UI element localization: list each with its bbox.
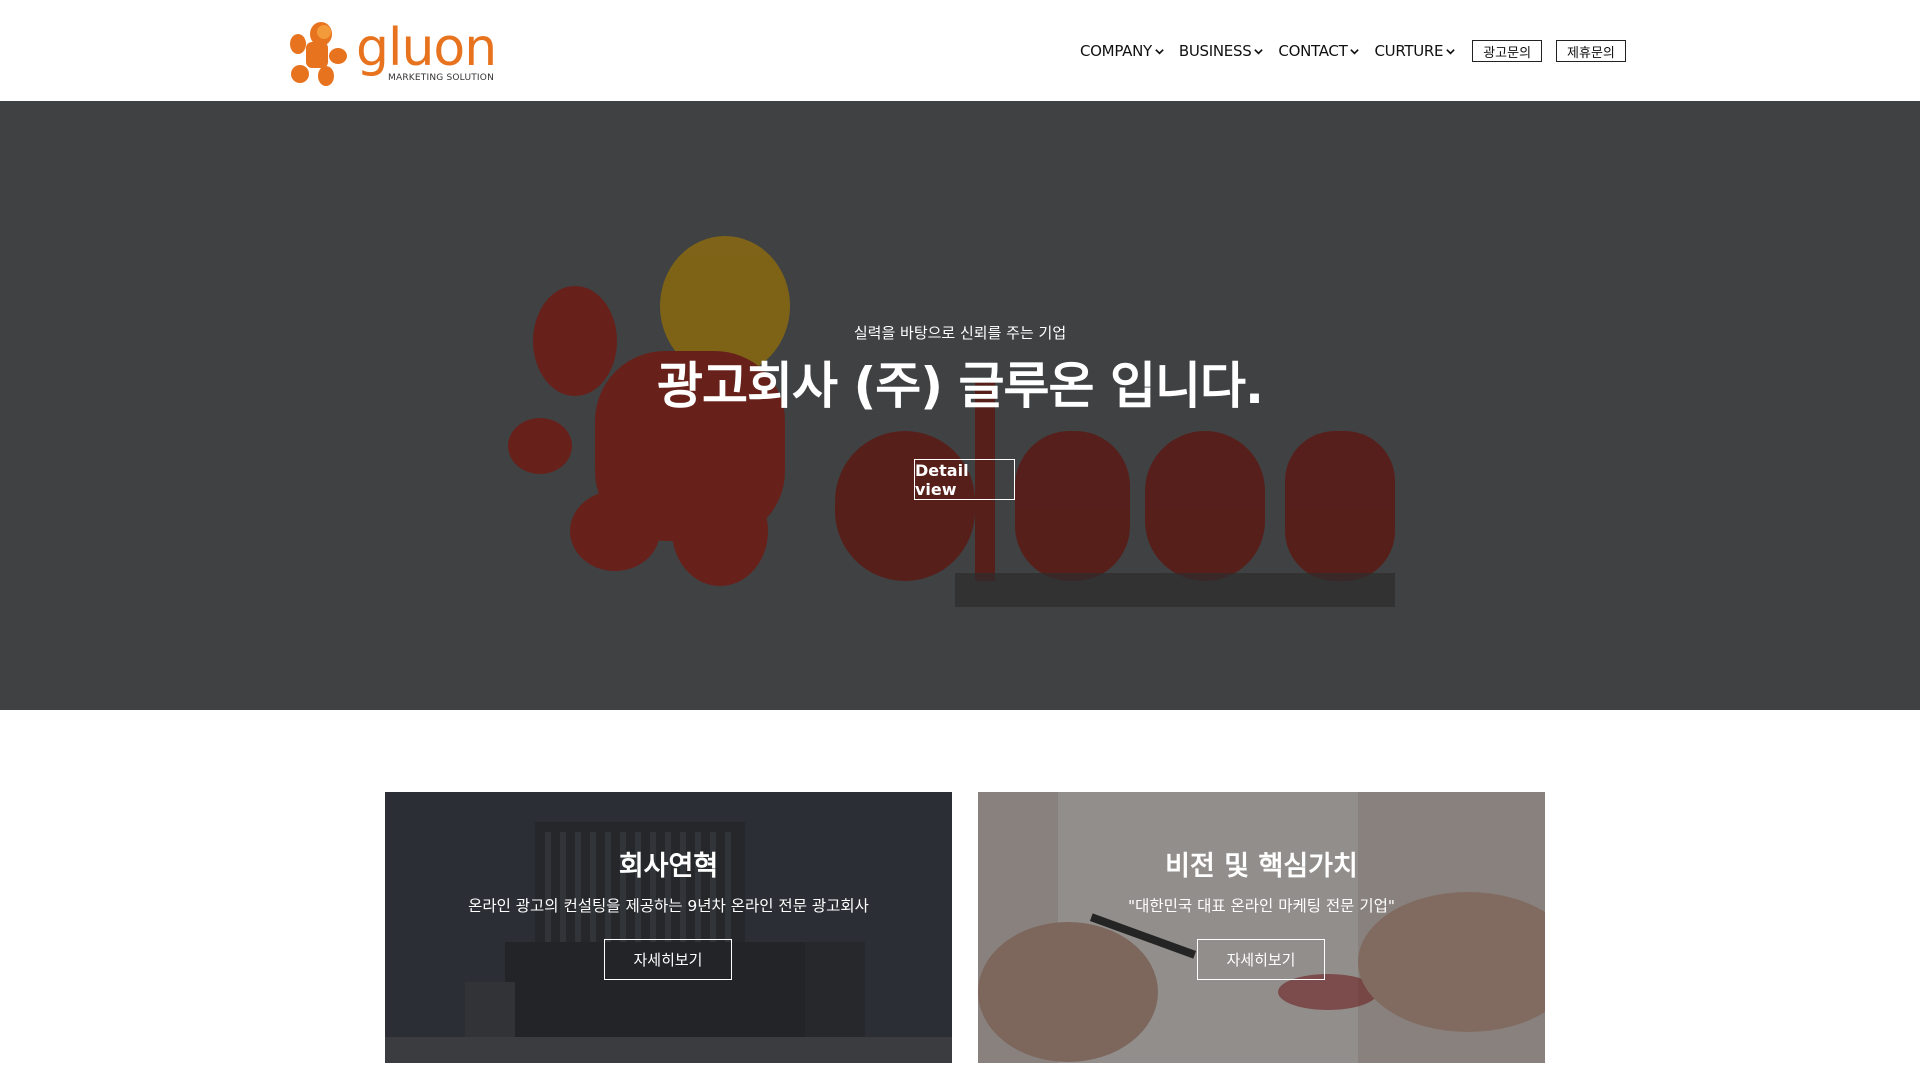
partnership-inquiry-button[interactable]: 제휴문의 <box>1556 40 1626 62</box>
view-more-button[interactable]: 자세히보기 <box>604 939 732 980</box>
hero-banner: 실력을 바탕으로 신뢰를 주는 기업 광고회사 (주) 글루온 입니다. Det… <box>0 101 1920 710</box>
nav-item-business[interactable]: BUSINESS <box>1179 42 1265 60</box>
ad-inquiry-button[interactable]: 광고문의 <box>1472 40 1543 62</box>
nav-item-label: COMPANY <box>1080 42 1152 60</box>
chevron-down-icon <box>1254 48 1264 55</box>
logo-wordmark: gluon <box>356 18 497 78</box>
card-title: 비전 및 핵심가치 <box>1165 851 1358 882</box>
card-description: "대한민국 대표 온라인 마케팅 전문 기업" <box>1127 897 1396 915</box>
flower-logo-icon <box>290 22 347 86</box>
logo-tagline: MARKETING SOLUTION <box>388 73 495 83</box>
card-overlay <box>385 792 952 1063</box>
logo-text: gluon MARKETING SOLUTION <box>356 18 497 83</box>
company-history-card[interactable]: 회사연혁 온라인 광고의 컨설팅을 제공하는 9년차 온라인 전문 광고회사 자… <box>385 792 952 1063</box>
hero-subtitle: 실력을 바탕으로 신뢰를 주는 기업 <box>853 324 1067 342</box>
chevron-down-icon <box>1155 48 1164 55</box>
card-overlay <box>978 792 1545 1063</box>
nav-item-label: BUSINESS <box>1178 42 1252 60</box>
card-description: 온라인 광고의 컨설팅을 제공하는 9년차 온라인 전문 광고회사 <box>468 897 869 915</box>
site-header: gluon MARKETING SOLUTION COMPANY BUSINES… <box>0 0 1920 101</box>
hero-logo-sign-image <box>508 236 1395 607</box>
nav-item-contact[interactable]: CONTACT <box>1278 42 1360 60</box>
vision-values-card[interactable]: 비전 및 핵심가치 "대한민국 대표 온라인 마케팅 전문 기업" 자세히보기 <box>978 792 1545 1063</box>
nav-item-curture[interactable]: CURTURE <box>1374 42 1456 60</box>
nav-item-label: CONTACT <box>1278 42 1348 60</box>
detail-view-button[interactable]: Detail view <box>914 459 1015 500</box>
gluon-logo[interactable]: gluon MARKETING SOLUTION <box>286 18 497 88</box>
nav-item-label: CURTURE <box>1374 42 1444 60</box>
card-title: 회사연혁 <box>618 851 719 882</box>
main-nav: COMPANY BUSINESS CONTACT CURTURE 광고문의 제휴… <box>1080 38 1638 64</box>
hero-title: 광고회사 (주) 글루온 입니다. <box>657 357 1264 415</box>
nav-item-company[interactable]: COMPANY <box>1080 42 1165 60</box>
chevron-down-icon <box>1350 48 1360 55</box>
view-more-button[interactable]: 자세히보기 <box>1197 939 1325 980</box>
chevron-down-icon <box>1446 48 1455 55</box>
